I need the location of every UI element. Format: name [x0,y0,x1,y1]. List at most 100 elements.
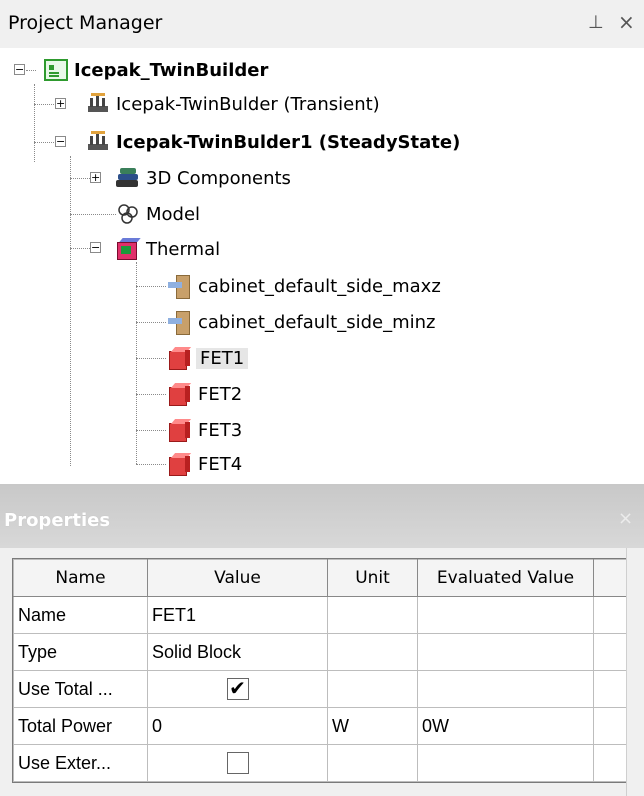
tree-line [70,156,71,466]
tree-line [70,178,92,179]
tree-item-label: Thermal [146,238,221,260]
cabinet-boundary-icon [168,310,192,335]
vertical-scrollbar[interactable] [626,548,644,796]
solid-block-icon [168,452,192,476]
project-manager-header: Project Manager ⊥ × [0,0,644,49]
tree-line [26,70,36,71]
table-row[interactable]: Type Solid Block [13,633,628,671]
property-unit [327,596,418,634]
tree-item-label: 3D Components [146,167,291,189]
property-evaluated: 0W [417,707,594,745]
project-icon [44,59,68,81]
tree-item-project[interactable]: Icepak_TwinBuilder [44,55,268,85]
property-evaluated [417,596,594,634]
property-value [147,744,328,782]
row-spacer [593,707,628,745]
components-icon [116,166,140,190]
property-evaluated [417,670,594,708]
collapse-icon[interactable]: − [55,136,66,147]
tree-item-label: FET2 [198,383,243,405]
close-icon[interactable]: × [618,508,633,529]
property-unit [327,744,418,782]
checkmark-icon: ✔ [229,678,246,701]
tree-item-label: Icepak-TwinBulder (Transient) [116,93,380,115]
tree-line [136,262,137,464]
solid-block-icon [168,418,192,442]
model-icon [116,202,140,226]
table-header-row: Name Value Unit Evaluated Value [13,559,628,597]
tree-line [136,322,166,323]
row-spacer [593,670,628,708]
tree-line [136,394,166,395]
tree-item-label: FET3 [198,419,243,441]
tree-line [70,214,116,215]
solid-block-icon [168,382,192,406]
property-value[interactable]: FET1 [147,596,328,634]
use-total-power-checkbox[interactable]: ✔ [226,678,249,701]
tree-line [136,464,166,465]
tree-line [136,286,166,287]
column-header-evaluated-value[interactable]: Evaluated Value [417,559,594,597]
tree-item-fet3[interactable]: FET3 [168,415,242,445]
property-name: Type [13,633,148,671]
column-header-spacer [593,559,628,597]
pin-icon[interactable]: ⊥ [588,12,604,33]
properties-title: Properties [4,510,111,531]
tree-item-label: cabinet_default_side_minz [198,311,436,333]
expand-icon[interactable]: + [55,98,66,109]
tree-item-design-steadystate[interactable]: Icepak-TwinBulder1 (SteadyState) [86,127,460,157]
property-name: Name [13,596,148,634]
tree-item-label: Icepak-TwinBulder1 (SteadyState) [116,131,461,153]
tree-item-thermal[interactable]: Thermal [116,234,220,264]
tree-line [70,248,92,249]
table-row[interactable]: Total Power 0 W 0W [13,707,628,745]
tree-item-label: cabinet_default_side_maxz [198,275,441,297]
column-header-unit[interactable]: Unit [327,559,418,597]
property-unit [327,633,418,671]
tree-line [136,430,166,431]
property-name: Total Power [13,707,148,745]
table-row[interactable]: Name FET1 [13,596,628,634]
column-header-value[interactable]: Value [147,559,328,597]
tree-item-cabinet-minz[interactable]: cabinet_default_side_minz [168,307,436,337]
property-name: Use Total ... [13,670,148,708]
project-manager-title: Project Manager [8,12,163,34]
tree-item-model[interactable]: Model [116,199,200,229]
solid-block-icon [168,346,192,370]
tree-line [34,84,35,162]
design-icon [86,92,110,116]
property-unit [327,670,418,708]
row-spacer [593,596,628,634]
property-value: ✔ [147,670,328,708]
collapse-icon[interactable]: − [14,64,25,75]
tree-item-design-transient[interactable]: Icepak-TwinBulder (Transient) [86,89,380,119]
tree-item-fet2[interactable]: FET2 [168,379,242,409]
project-tree: − + − + − Icepak_TwinBuilder Icepak-Twin… [0,48,644,484]
tree-item-label: FET4 [198,453,243,475]
properties-table: Name Value Unit Evaluated Value Name FET… [12,558,628,783]
table-row[interactable]: Use Total ... ✔ [13,670,628,708]
row-spacer [593,633,628,671]
row-spacer [593,744,628,782]
property-evaluated [417,633,594,671]
tree-item-cabinet-maxz[interactable]: cabinet_default_side_maxz [168,271,441,301]
property-evaluated [417,744,594,782]
tree-item-label: Icepak_TwinBuilder [74,59,269,81]
column-header-name[interactable]: Name [13,559,148,597]
property-name: Use Exter... [13,744,148,782]
tree-line [136,358,166,359]
table-row[interactable]: Use Exter... [13,744,628,782]
tree-item-label: Model [146,203,201,225]
property-value[interactable]: Solid Block [147,633,328,671]
collapse-icon[interactable]: − [90,242,101,253]
property-unit: W [327,707,418,745]
tree-item-label: FET1 [196,347,249,369]
property-value[interactable]: 0 [147,707,328,745]
tree-item-fet1[interactable]: FET1 [168,343,249,373]
tree-item-3d-components[interactable]: 3D Components [116,163,291,193]
cabinet-boundary-icon [168,274,192,299]
tree-item-fet4[interactable]: FET4 [168,449,242,479]
use-external-checkbox[interactable] [226,752,249,775]
close-icon[interactable]: × [618,10,635,34]
expand-icon[interactable]: + [90,172,101,183]
